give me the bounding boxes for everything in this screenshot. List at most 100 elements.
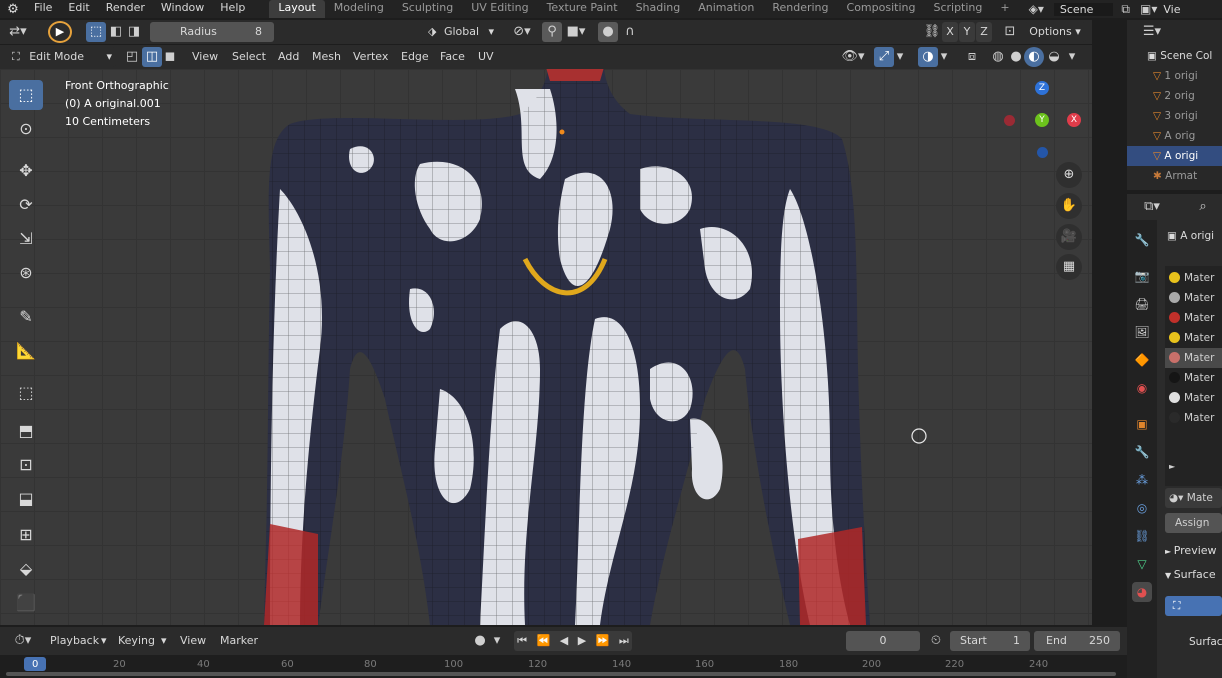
outliner-collection[interactable]: ▣ Scene Col [1127, 46, 1222, 66]
output-tab-icon[interactable]: 🖨 [1132, 294, 1152, 314]
play-icon[interactable]: ▶ [578, 634, 586, 647]
vertex-select-icon[interactable]: ◰ [122, 47, 142, 67]
scene-tab-icon[interactable]: 🔶 [1132, 350, 1152, 370]
assign-button[interactable]: Assign [1165, 513, 1222, 533]
inset-tool-icon[interactable]: ⊡ [9, 450, 43, 480]
particles-tab-icon[interactable]: ⁂ [1132, 470, 1152, 490]
outliner-item[interactable]: ▽ 2 orig [1127, 86, 1222, 106]
menu-select[interactable]: Select [232, 47, 266, 67]
overlays-dropdown-icon[interactable]: ▾ [938, 47, 950, 67]
material-tab-icon[interactable]: ◕ [1132, 582, 1152, 602]
navigation-gizmo[interactable]: Z Y X [1000, 79, 1090, 159]
menu-edge[interactable]: Edge [401, 47, 429, 67]
falloff-icon[interactable]: ∩ [620, 22, 640, 42]
end-frame-field[interactable]: End 250 [1034, 631, 1120, 651]
select-box-mode-icon[interactable]: ⬚ [86, 22, 106, 42]
camera-view-icon[interactable]: 🎥 [1056, 224, 1082, 250]
outliner-type-icon[interactable]: ☰▾ [1137, 22, 1167, 42]
bevel-tool-icon[interactable]: ⬓ [9, 484, 43, 514]
auto-key-icon[interactable]: ● [470, 631, 490, 651]
ortho-grid-icon[interactable]: ▦ [1056, 254, 1082, 280]
snap-icon[interactable]: ⚲ [542, 22, 562, 42]
gizmo-toggle-icon[interactable]: ⤢ [874, 47, 894, 67]
tab-animation[interactable]: Animation [689, 0, 763, 18]
object-tab-icon[interactable]: ▣ [1132, 414, 1152, 434]
physics-tab-icon[interactable]: ◎ [1132, 498, 1152, 518]
wireframe-shading-icon[interactable]: ◍ [988, 47, 1008, 67]
search-icon[interactable]: ⌕ [1193, 197, 1213, 217]
editor-type-icon[interactable]: ⏱▾ [8, 631, 38, 651]
modifier-tab-icon[interactable]: 🔧 [1132, 442, 1152, 462]
gizmo-x-axis[interactable]: X [1067, 113, 1081, 127]
object-name-row[interactable]: ▣ A origi [1167, 230, 1214, 242]
gizmo-dropdown-icon[interactable]: ▾ [894, 47, 906, 67]
pan-hand-icon[interactable]: ✋ [1056, 193, 1082, 219]
mirror-y-toggle[interactable]: Y [959, 22, 975, 42]
timeline-scrollbar[interactable] [6, 672, 1116, 676]
proportional-edit-icon[interactable]: ● [598, 22, 618, 42]
edge-select-icon[interactable]: ◫ [142, 47, 162, 67]
options-dropdown[interactable]: Options ▾ [1024, 22, 1086, 42]
surface-panel-header[interactable]: ▼ Surface [1165, 568, 1216, 581]
add-workspace-button[interactable]: + [991, 0, 1018, 18]
add-cube-tool-icon[interactable]: ⬚ [9, 378, 43, 408]
menu-marker[interactable]: Marker [220, 631, 258, 651]
3d-viewport[interactable]: Front Orthographic (0) A original.001 10… [0, 69, 1092, 625]
properties-type-icon[interactable]: ⧉▾ [1137, 197, 1167, 217]
outliner-item[interactable]: ▽ 3 origi [1127, 106, 1222, 126]
menu-mesh[interactable]: Mesh [312, 47, 341, 67]
menu-window[interactable]: Window [153, 0, 212, 18]
rotate-tool-icon[interactable]: ⟳ [9, 190, 43, 220]
auto-merge-icon[interactable]: ⊡ [1000, 22, 1020, 42]
menu-edit[interactable]: Edit [60, 0, 97, 18]
view-layer-name[interactable]: Vie [1163, 3, 1180, 16]
menu-file[interactable]: File [26, 0, 60, 18]
material-slot[interactable]: Mater [1169, 308, 1222, 328]
menu-uv[interactable]: UV [478, 47, 494, 67]
gizmo-neg-z[interactable] [1037, 147, 1048, 158]
knife-tool-icon[interactable]: ⬙ [9, 554, 43, 584]
menu-playback[interactable]: Playback [50, 631, 99, 651]
measure-tool-icon[interactable]: 📐 [9, 336, 43, 366]
current-frame-field[interactable]: 0 [846, 631, 920, 651]
menu-render[interactable]: Render [98, 0, 153, 18]
list-expand-icon[interactable]: ► [1169, 462, 1175, 471]
new-scene-icon[interactable]: ⧉ [1121, 2, 1130, 17]
tab-rendering[interactable]: Rendering [763, 0, 837, 18]
scale-tool-icon[interactable]: ⇲ [9, 224, 43, 254]
material-slot[interactable]: Mater [1169, 268, 1222, 288]
blender-logo-icon[interactable]: ⚙ [0, 2, 26, 17]
select-extend-icon[interactable]: ◧ [106, 22, 126, 42]
tab-compositing[interactable]: Compositing [838, 0, 925, 18]
pivot-point-icon[interactable]: ⊘▾ [508, 22, 536, 42]
annotate-tool-icon[interactable]: ✎ [9, 302, 43, 332]
zoom-icon[interactable]: ⊕ [1056, 162, 1082, 188]
next-key-icon[interactable]: ⏩ [596, 634, 610, 647]
preview-range-icon[interactable]: ⏲ [926, 631, 946, 651]
scene-name[interactable]: Scene [1053, 2, 1114, 16]
preview-panel-header[interactable]: ► Preview [1165, 544, 1217, 557]
material-slot[interactable]: Mater [1169, 328, 1222, 348]
menu-keying[interactable]: Keying [118, 631, 155, 651]
solid-shading-icon[interactable]: ● [1006, 47, 1026, 67]
outliner-item[interactable]: ▽ A orig [1127, 126, 1222, 146]
data-tab-icon[interactable]: ▽ [1132, 554, 1152, 574]
jump-end-icon[interactable]: ⏭ [619, 634, 629, 647]
tab-scripting[interactable]: Scripting [924, 0, 991, 18]
constraints-tab-icon[interactable]: ⛓ [1132, 526, 1152, 546]
render-tab-icon[interactable]: 📷 [1132, 266, 1152, 286]
material-browse-field[interactable]: ◕▾ Mate [1165, 488, 1222, 508]
start-frame-field[interactable]: Start 1 [950, 631, 1030, 651]
move-tool-icon[interactable]: ✥ [9, 156, 43, 186]
frame-ruler[interactable]: 0 20 40 60 80 100 120 140 160 180 200 22… [0, 655, 1127, 678]
menu-add[interactable]: Add [278, 47, 299, 67]
mode-dropdown[interactable]: ⛶ Edit Mode ▾ [8, 47, 116, 67]
tab-modeling[interactable]: Modeling [325, 0, 393, 18]
face-select-icon[interactable]: ◼ [160, 47, 180, 67]
poly-build-tool-icon[interactable]: ⬛ [9, 588, 43, 618]
overlays-icon[interactable]: ◑ [918, 47, 938, 67]
mirror-z-toggle[interactable]: Z [976, 22, 992, 42]
gizmo-z-axis[interactable]: Z [1035, 81, 1049, 95]
tool-tab-icon[interactable]: 🔧 [1132, 230, 1152, 250]
select-tool-icon[interactable]: ⬚ [9, 80, 43, 110]
